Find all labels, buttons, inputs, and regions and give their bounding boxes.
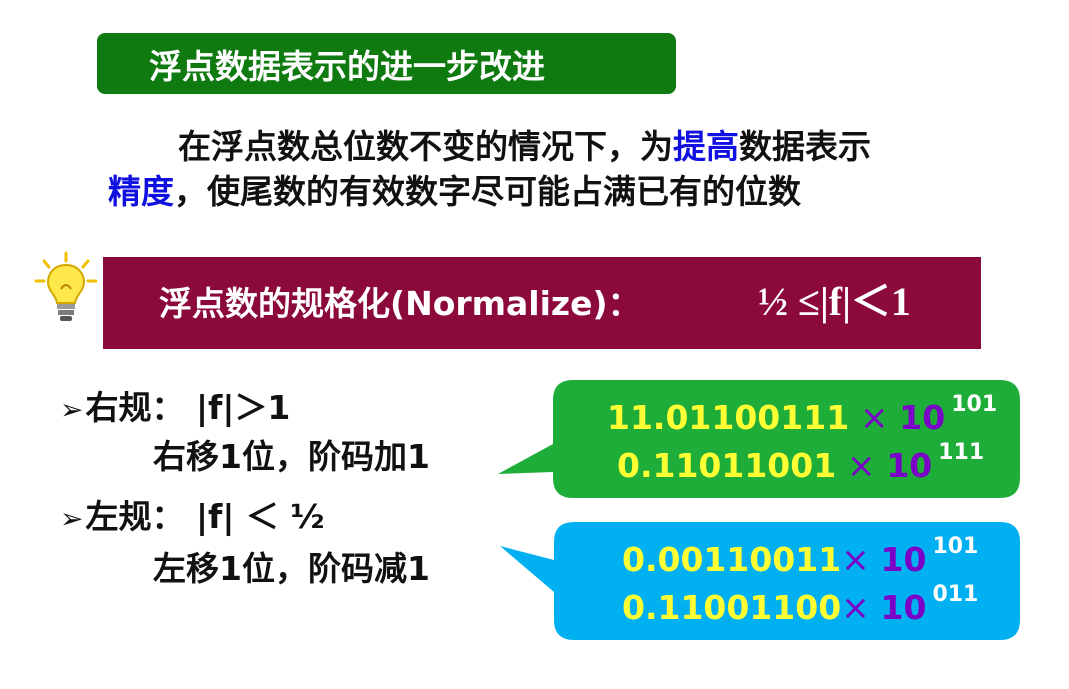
- intro-highlight-precision: 精度: [108, 172, 174, 211]
- multiply-sign: ×: [849, 398, 900, 438]
- intro-highlight-improve: 提高: [673, 127, 739, 166]
- example-left-line-2: 0.11001100× 10 011: [622, 582, 978, 628]
- right-shift-condition: 右规： |f|＞1: [85, 388, 291, 427]
- lightbulb-icon: [34, 251, 98, 321]
- intro-paragraph: 在浮点数总位数不变的情况下，为提高数据表示 精度，使尾数的有效数字尽可能占满已有…: [108, 124, 1048, 214]
- normalization-label: 浮点数的规格化(Normalize)：: [159, 284, 641, 323]
- base-value: 10: [899, 398, 946, 437]
- exponent-value: 101: [951, 392, 998, 417]
- mantissa-value: 0.11011001: [617, 446, 837, 485]
- example-left-line-1: 0.00110011× 10 101: [622, 534, 978, 580]
- intro-line1-pre: 在浮点数总位数不变的情况下，为: [178, 127, 673, 166]
- slide-title-text: 浮点数据表示的进一步改进: [149, 46, 545, 86]
- mantissa-value: 11.01100111: [607, 398, 850, 437]
- slide-title: 浮点数据表示的进一步改进: [97, 33, 676, 94]
- right-shift-rule-detail: 右移1位，阶码加1: [153, 437, 430, 476]
- exponent-value: 111: [938, 440, 985, 465]
- bullet-arrow-icon: ➢: [60, 393, 84, 426]
- left-shift-condition: 左规： |f| ＜ ½: [85, 497, 325, 536]
- multiply-sign: ×: [836, 446, 887, 486]
- multiply-sign: ×: [841, 540, 881, 580]
- left-shift-example-bubble: 0.00110011× 10 101 0.11001100× 10 011: [496, 522, 1020, 640]
- base-value: 10: [880, 540, 927, 579]
- exponent-value: 101: [932, 534, 979, 559]
- bullet-arrow-icon: ➢: [60, 502, 84, 535]
- intro-line1-post: 数据表示: [739, 127, 871, 166]
- intro-line2-post: ，使尾数的有效数字尽可能占满已有的位数: [174, 172, 801, 211]
- multiply-sign: ×: [841, 588, 881, 628]
- normalization-banner: 浮点数的规格化(Normalize)： ½ ≤|f|＜1: [103, 257, 981, 349]
- base-value: 10: [880, 588, 927, 627]
- intro-line-1: 在浮点数总位数不变的情况下，为提高数据表示: [108, 124, 1048, 169]
- right-shift-example-bubble: 11.01100111 × 10 101 0.11011001 × 10 111: [490, 380, 1020, 498]
- mantissa-value: 0.11001100: [622, 588, 842, 627]
- intro-line-2: 精度，使尾数的有效数字尽可能占满已有的位数: [108, 169, 1048, 214]
- base-value: 10: [886, 446, 933, 485]
- left-shift-rule-head: ➢左规： |f| ＜ ½: [60, 490, 325, 538]
- example-right-line-2: 0.11011001 × 10 111: [617, 440, 984, 486]
- left-shift-rule-detail: 左移1位，阶码减1: [153, 549, 430, 588]
- mantissa-value: 0.00110011: [622, 540, 842, 579]
- right-shift-rule-head: ➢右规： |f|＞1: [60, 381, 290, 429]
- example-right-line-1: 11.01100111 × 10 101: [607, 392, 997, 438]
- normalization-formula: ½ ≤|f|＜1: [758, 279, 911, 324]
- exponent-value: 011: [932, 582, 979, 607]
